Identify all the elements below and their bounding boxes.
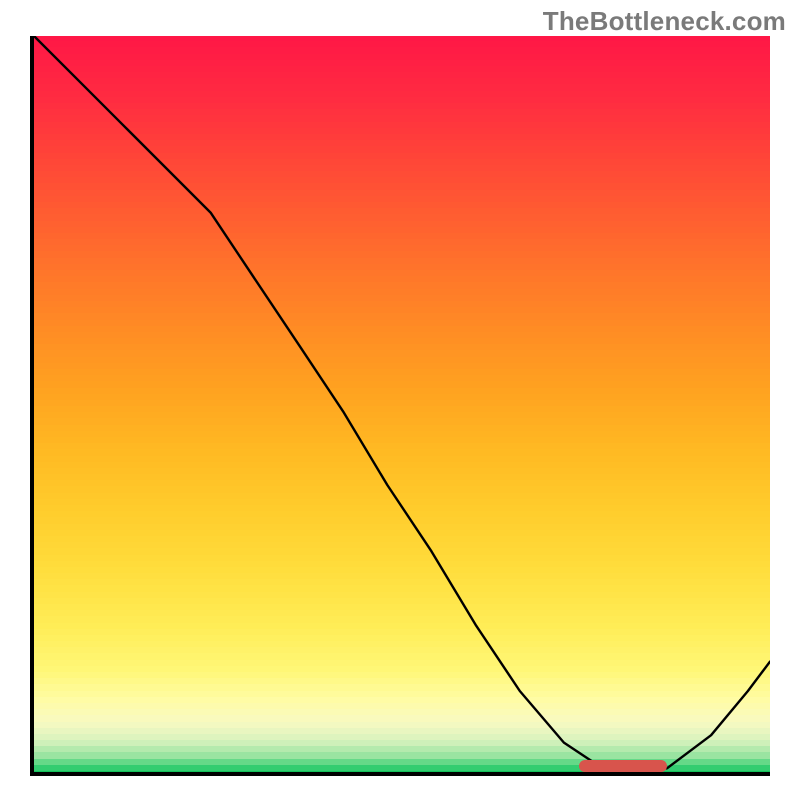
- bottleneck-marker: [579, 760, 667, 772]
- plot-area: [30, 36, 770, 776]
- bottleneck-curve: [34, 36, 770, 772]
- curve-svg: [34, 36, 770, 772]
- chart-container: TheBottleneck.com: [0, 0, 800, 800]
- watermark-text: TheBottleneck.com: [543, 6, 786, 37]
